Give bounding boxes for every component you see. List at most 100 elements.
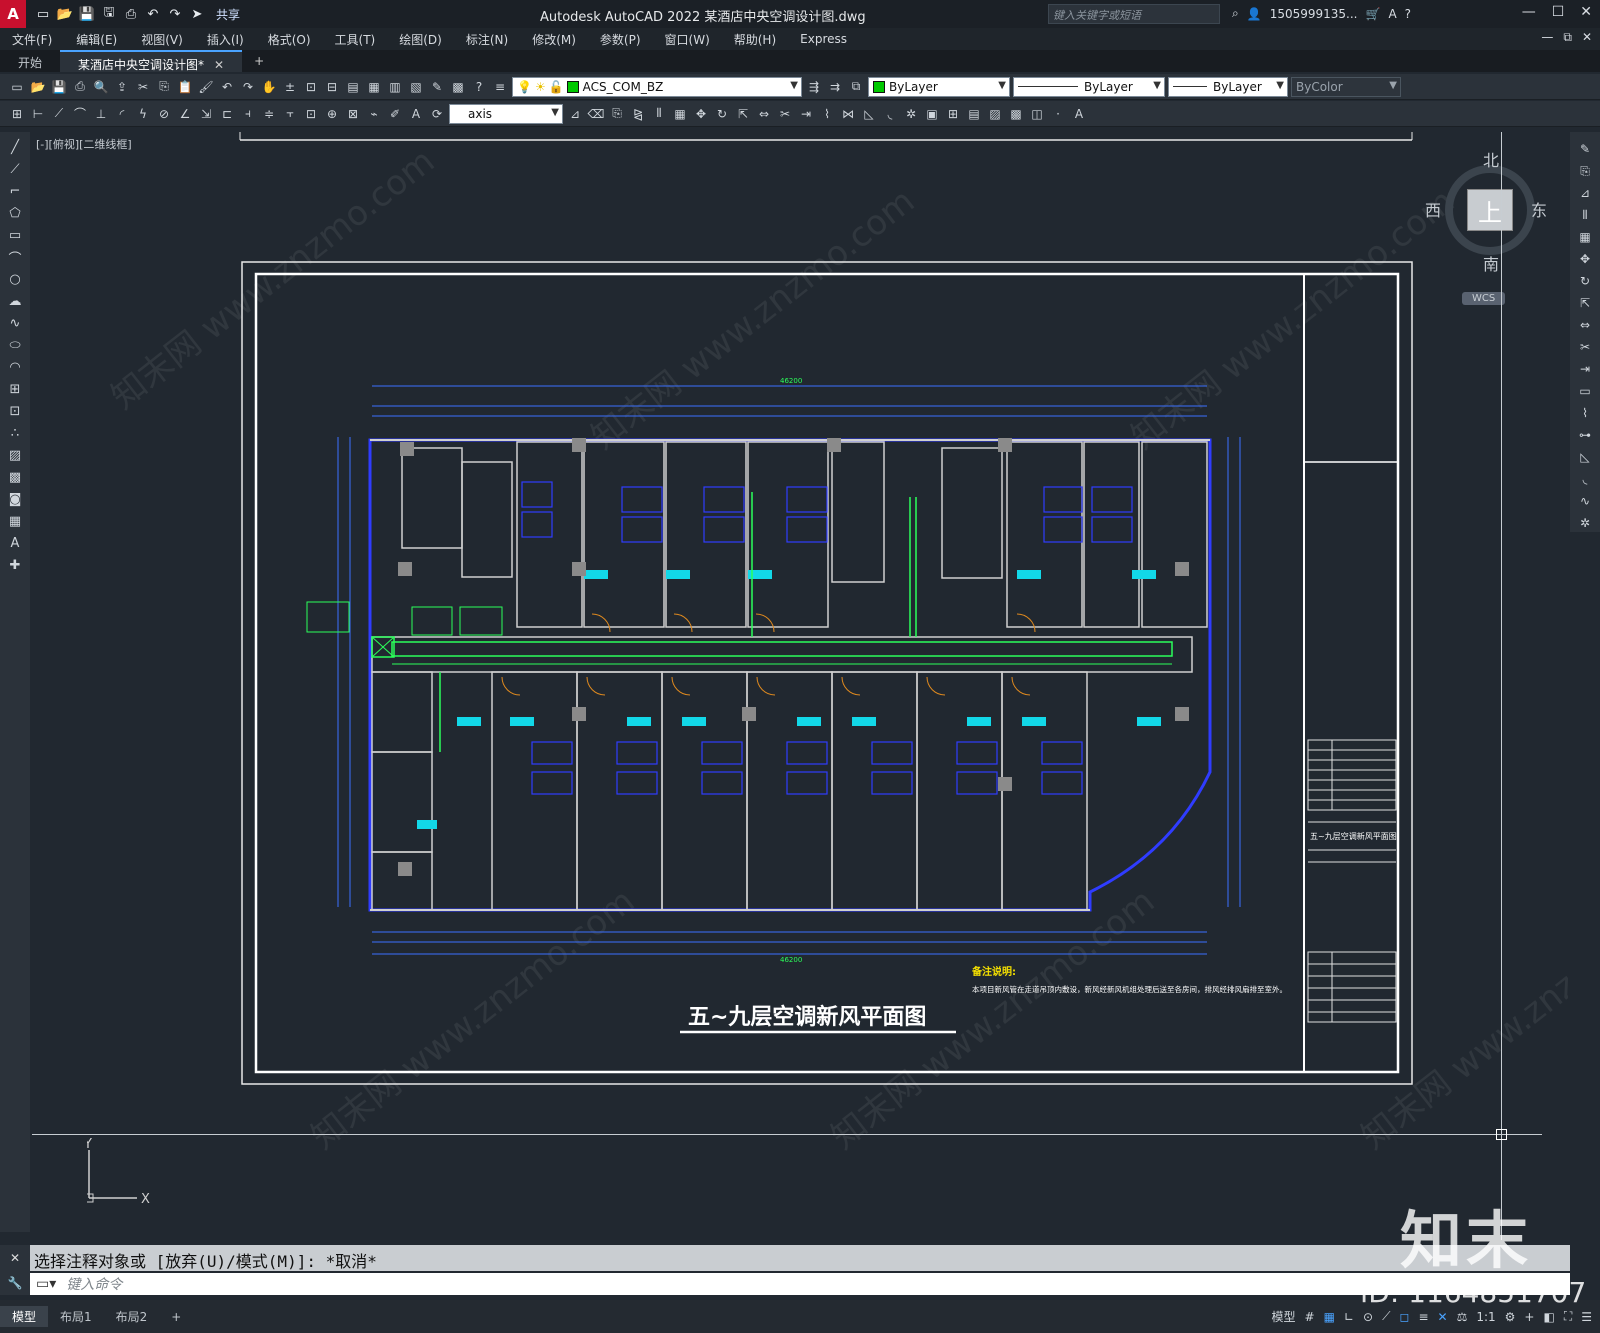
compass-west[interactable]: 西 [1425,197,1441,221]
array-icon[interactable]: ▦ [671,105,689,123]
model-space-toggle[interactable]: 模型 [1272,1308,1296,1325]
polygon-icon[interactable]: ⬠ [6,204,24,222]
osnap-icon[interactable]: ◻ [1399,1310,1409,1324]
stretch-icon[interactable]: ⇔ [755,105,773,123]
color-dropdown[interactable]: ByLayer ▼ [868,76,1010,97]
block-icon[interactable]: ▣ [923,105,941,123]
extend-icon[interactable]: ⇥ [1576,360,1594,378]
qselect-icon[interactable]: ⊞ [8,105,26,123]
fullscreen-icon[interactable]: ⛶ [1564,1309,1572,1324]
share-button[interactable]: 共享 [216,6,240,23]
tolerance-icon[interactable]: ⊡ [302,105,320,123]
open-file-icon[interactable]: 📂 [56,5,74,23]
open-icon[interactable]: 📂 [29,78,47,96]
search-input[interactable]: 键入关键字或短语 [1048,4,1220,24]
undo-icon[interactable]: ↶ [218,78,236,96]
line-icon[interactable]: ╱ [6,138,24,156]
construction-line-icon[interactable]: ⟋ [6,160,24,178]
publish-icon[interactable]: ⇪ [113,78,131,96]
region-icon[interactable]: ◫ [1028,105,1046,123]
chamfer-icon[interactable]: ◺ [1576,448,1594,466]
compass-east[interactable]: 东 [1531,197,1547,221]
linetype-dropdown[interactable]: ByLayer ▼ [1013,76,1165,97]
aligned-dim-icon[interactable]: ⟋ [50,105,68,123]
pan-icon[interactable]: ✋ [260,78,278,96]
menu-window[interactable]: 窗口(W) [653,31,722,48]
mtext-icon[interactable]: A [6,534,24,552]
layer-previous-icon[interactable]: ⇶ [805,78,823,96]
user-icon[interactable]: 👤 [1247,7,1262,21]
break-icon[interactable]: ▭ [1576,382,1594,400]
make-block-icon[interactable]: ⊡ [6,402,24,420]
move-icon[interactable]: ✥ [1576,250,1594,268]
radius-icon[interactable]: ◜ [113,105,131,123]
tab-close-icon[interactable]: ✕ [214,58,224,72]
autodesk-app-icon[interactable]: A [1388,7,1396,21]
undo-icon[interactable]: ↶ [144,5,162,23]
tab-start[interactable]: 开始 [0,50,60,72]
menu-draw[interactable]: 绘图(D) [387,31,454,48]
close-icon[interactable]: ✕ [1580,4,1592,20]
hatch-icon[interactable]: ▨ [986,105,1004,123]
rotate-icon[interactable]: ↻ [1576,272,1594,290]
save-as-icon[interactable]: 🖫 [100,5,118,23]
annotation-visibility-icon[interactable]: ✕ [1438,1310,1448,1324]
close-command-line-icon[interactable]: ✕ [10,1251,20,1265]
revcloud-icon[interactable]: ☁ [6,292,24,310]
dim-text-edit-icon[interactable]: A [407,105,425,123]
scale-icon[interactable]: ⇱ [734,105,752,123]
tab-layout1[interactable]: 布局1 [48,1306,104,1327]
dim-update-icon[interactable]: ⟳ [428,105,446,123]
viewcube-top-face[interactable]: 上 [1467,189,1513,231]
sheet-set-icon[interactable]: ▧ [407,78,425,96]
arc-length-icon[interactable]: ⌒ [71,105,89,123]
dim-style-icon[interactable]: ⊿ [566,105,584,123]
grid-icon[interactable]: # [1305,1310,1315,1324]
new-icon[interactable]: ▭ [8,78,26,96]
print-icon[interactable]: ⎙ [71,78,89,96]
search-icon[interactable]: ⌕ [1232,6,1239,21]
mirror-icon[interactable]: ⧎ [629,105,647,123]
design-center-icon[interactable]: ▦ [365,78,383,96]
point-icon[interactable]: ∴ [6,424,24,442]
menu-format[interactable]: 格式(O) [256,31,323,48]
arc-icon[interactable]: ⌒ [6,248,24,267]
trim-icon[interactable]: ✂ [776,105,794,123]
array-icon[interactable]: ▦ [1576,228,1594,246]
compass-south[interactable]: 南 [1483,251,1499,275]
tool-palettes-icon[interactable]: ▥ [386,78,404,96]
lineweight-dropdown[interactable]: ByLayer ▼ [1168,76,1288,97]
polyline-icon[interactable]: ⌐ [6,182,24,200]
gradient-icon[interactable]: ▩ [6,468,24,486]
add-layout-button[interactable]: + [159,1308,193,1326]
diameter-icon[interactable]: ⊘ [155,105,173,123]
break-at-point-icon[interactable]: ⌇ [818,105,836,123]
gear-icon[interactable]: ⚙ [1505,1310,1516,1324]
new-tab-button[interactable]: + [242,50,276,72]
mirror-icon[interactable]: ⊿ [1576,184,1594,202]
explode-icon[interactable]: ✲ [1576,514,1594,532]
doc-restore-icon[interactable]: ⧉ [1563,30,1572,45]
offset-icon[interactable]: ⫴ [1576,206,1594,224]
text-style-dropdown[interactable]: axis ▼ [449,103,563,124]
polar-icon[interactable]: ⊙ [1363,1310,1373,1324]
center-mark-icon[interactable]: ⊕ [323,105,341,123]
preview-icon[interactable]: 🔍 [92,78,110,96]
drawing-canvas[interactable]: [-][俯视][二维线框] 知末网 www.znzmo.com 知末网 www.… [32,132,1568,1240]
angular-icon[interactable]: ∠ [176,105,194,123]
move-icon[interactable]: ✥ [692,105,710,123]
insert-block-icon[interactable]: ⊞ [6,380,24,398]
help-icon[interactable]: ? [1405,7,1411,21]
zoom-window-icon[interactable]: ⊡ [302,78,320,96]
fillet-icon[interactable]: ◟ [1576,470,1594,488]
layer-manager-icon[interactable]: ≡ [491,78,509,96]
copy-icon[interactable]: ⎘ [1576,162,1594,180]
plot-icon[interactable]: ⎙ [122,5,140,23]
space-icon[interactable]: ≑ [260,105,278,123]
linear-dim-icon[interactable]: ⊢ [29,105,47,123]
menu-modify[interactable]: 修改(M) [520,31,588,48]
region-icon[interactable]: ◙ [6,490,24,508]
menu-parametric[interactable]: 参数(P) [588,31,653,48]
doc-minimize-icon[interactable]: — [1541,30,1553,45]
join-icon[interactable]: ⋈ [839,105,857,123]
